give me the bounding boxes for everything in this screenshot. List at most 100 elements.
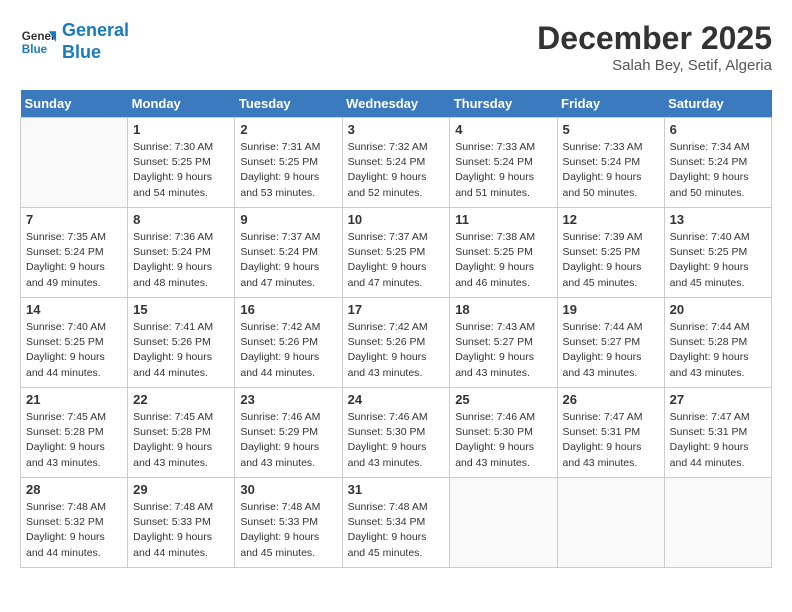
day-info: Sunrise: 7:48 AM Sunset: 5:33 PM Dayligh… (240, 500, 336, 561)
day-number: 27 (670, 392, 766, 407)
calendar-cell: 20Sunrise: 7:44 AM Sunset: 5:28 PM Dayli… (664, 298, 771, 388)
calendar-cell: 6Sunrise: 7:34 AM Sunset: 5:24 PM Daylig… (664, 118, 771, 208)
calendar-cell: 10 Sunrise: 7:37 AM Sunset: 5:25 PM Dayli… (342, 208, 450, 298)
calendar-cell: 7 Sunrise: 7:35 AM Sunset: 5:24 PM Daylig… (21, 208, 128, 298)
calendar-table: SundayMondayTuesdayWednesdayThursdayFrid… (20, 90, 772, 568)
day-number: 12 (563, 212, 659, 227)
day-number: 4 (455, 122, 551, 137)
day-number: 30 (240, 482, 336, 497)
day-number: 14 (26, 302, 122, 317)
day-info: Sunrise: 7:45 AM Sunset: 5:28 PM Dayligh… (26, 410, 122, 471)
day-number: 10 (348, 212, 445, 227)
calendar-cell: 18 Sunrise: 7:43 AM Sunset: 5:27 PM Dayli… (450, 298, 557, 388)
calendar-cell: 31Sunrise: 7:48 AM Sunset: 5:34 PM Dayli… (342, 478, 450, 568)
day-info: Sunrise: 7:40 AM Sunset: 5:25 PM Dayligh… (670, 230, 766, 291)
calendar-week-row: 7 Sunrise: 7:35 AM Sunset: 5:24 PM Daylig… (21, 208, 772, 298)
calendar-week-row: 28 Sunrise: 7:48 AM Sunset: 5:32 PM Dayli… (21, 478, 772, 568)
calendar-cell: 24Sunrise: 7:46 AM Sunset: 5:30 PM Dayli… (342, 388, 450, 478)
day-number: 26 (563, 392, 659, 407)
day-info: Sunrise: 7:48 AM Sunset: 5:32 PM Dayligh… (26, 500, 122, 561)
calendar-cell: 5Sunrise: 7:33 AM Sunset: 5:24 PM Daylig… (557, 118, 664, 208)
calendar-cell: 25 Sunrise: 7:46 AM Sunset: 5:30 PM Dayli… (450, 388, 557, 478)
day-info: Sunrise: 7:43 AM Sunset: 5:27 PM Dayligh… (455, 320, 551, 381)
day-number: 11 (455, 212, 551, 227)
day-number: 9 (240, 212, 336, 227)
day-info: Sunrise: 7:39 AM Sunset: 5:25 PM Dayligh… (563, 230, 659, 291)
calendar-cell: 1 Sunrise: 7:30 AM Sunset: 5:25 PM Daylig… (128, 118, 235, 208)
column-header-tuesday: Tuesday (235, 90, 342, 118)
day-info: Sunrise: 7:32 AM Sunset: 5:24 PM Dayligh… (348, 140, 445, 201)
day-info: Sunrise: 7:46 AM Sunset: 5:30 PM Dayligh… (348, 410, 445, 471)
column-header-thursday: Thursday (450, 90, 557, 118)
column-header-monday: Monday (128, 90, 235, 118)
logo-icon: General Blue (20, 24, 56, 60)
calendar-cell: 15 Sunrise: 7:41 AM Sunset: 5:26 PM Dayli… (128, 298, 235, 388)
day-info: Sunrise: 7:38 AM Sunset: 5:25 PM Dayligh… (455, 230, 551, 291)
day-info: Sunrise: 7:47 AM Sunset: 5:31 PM Dayligh… (670, 410, 766, 471)
day-number: 25 (455, 392, 551, 407)
calendar-cell: 8Sunrise: 7:36 AM Sunset: 5:24 PM Daylig… (128, 208, 235, 298)
day-number: 18 (455, 302, 551, 317)
day-number: 20 (670, 302, 766, 317)
calendar-cell: 27 Sunrise: 7:47 AM Sunset: 5:31 PM Dayli… (664, 388, 771, 478)
day-number: 17 (348, 302, 445, 317)
day-number: 13 (670, 212, 766, 227)
day-info: Sunrise: 7:35 AM Sunset: 5:24 PM Dayligh… (26, 230, 122, 291)
day-number: 5 (563, 122, 659, 137)
logo: General Blue General Blue (20, 20, 129, 63)
calendar-cell: 2 Sunrise: 7:31 AM Sunset: 5:25 PM Daylig… (235, 118, 342, 208)
calendar-cell: 11 Sunrise: 7:38 AM Sunset: 5:25 PM Dayli… (450, 208, 557, 298)
day-info: Sunrise: 7:33 AM Sunset: 5:24 PM Dayligh… (455, 140, 551, 201)
day-number: 23 (240, 392, 336, 407)
day-info: Sunrise: 7:41 AM Sunset: 5:26 PM Dayligh… (133, 320, 229, 381)
calendar-week-row: 21 Sunrise: 7:45 AM Sunset: 5:28 PM Dayli… (21, 388, 772, 478)
day-number: 19 (563, 302, 659, 317)
day-number: 16 (240, 302, 336, 317)
calendar-cell: 28 Sunrise: 7:48 AM Sunset: 5:32 PM Dayli… (21, 478, 128, 568)
calendar-cell: 23Sunrise: 7:46 AM Sunset: 5:29 PM Dayli… (235, 388, 342, 478)
location: Salah Bey, Setif, Algeria (537, 57, 772, 74)
day-info: Sunrise: 7:48 AM Sunset: 5:33 PM Dayligh… (133, 500, 229, 561)
day-number: 28 (26, 482, 122, 497)
calendar-cell: 30 Sunrise: 7:48 AM Sunset: 5:33 PM Dayli… (235, 478, 342, 568)
calendar-cell: 3Sunrise: 7:32 AM Sunset: 5:24 PM Daylig… (342, 118, 450, 208)
calendar-cell (450, 478, 557, 568)
day-info: Sunrise: 7:40 AM Sunset: 5:25 PM Dayligh… (26, 320, 122, 381)
calendar-cell (557, 478, 664, 568)
calendar-cell: 13 Sunrise: 7:40 AM Sunset: 5:25 PM Dayli… (664, 208, 771, 298)
day-number: 29 (133, 482, 229, 497)
calendar-cell: 21 Sunrise: 7:45 AM Sunset: 5:28 PM Dayli… (21, 388, 128, 478)
calendar-cell: 14 Sunrise: 7:40 AM Sunset: 5:25 PM Dayli… (21, 298, 128, 388)
day-info: Sunrise: 7:47 AM Sunset: 5:31 PM Dayligh… (563, 410, 659, 471)
column-header-sunday: Sunday (21, 90, 128, 118)
day-info: Sunrise: 7:48 AM Sunset: 5:34 PM Dayligh… (348, 500, 445, 561)
day-info: Sunrise: 7:44 AM Sunset: 5:27 PM Dayligh… (563, 320, 659, 381)
column-header-saturday: Saturday (664, 90, 771, 118)
calendar-cell: 22 Sunrise: 7:45 AM Sunset: 5:28 PM Dayli… (128, 388, 235, 478)
day-info: Sunrise: 7:42 AM Sunset: 5:26 PM Dayligh… (240, 320, 336, 381)
column-header-wednesday: Wednesday (342, 90, 450, 118)
day-number: 22 (133, 392, 229, 407)
calendar-cell: 16 Sunrise: 7:42 AM Sunset: 5:26 PM Dayli… (235, 298, 342, 388)
day-info: Sunrise: 7:30 AM Sunset: 5:25 PM Dayligh… (133, 140, 229, 201)
calendar-cell: 12 Sunrise: 7:39 AM Sunset: 5:25 PM Dayli… (557, 208, 664, 298)
day-number: 8 (133, 212, 229, 227)
day-number: 21 (26, 392, 122, 407)
svg-text:Blue: Blue (22, 42, 48, 55)
calendar-cell: 29 Sunrise: 7:48 AM Sunset: 5:33 PM Dayli… (128, 478, 235, 568)
day-number: 7 (26, 212, 122, 227)
page-header: General Blue General Blue December 2025 … (20, 20, 772, 74)
day-info: Sunrise: 7:46 AM Sunset: 5:30 PM Dayligh… (455, 410, 551, 471)
calendar-cell (664, 478, 771, 568)
calendar-cell: 4 Sunrise: 7:33 AM Sunset: 5:24 PM Daylig… (450, 118, 557, 208)
day-info: Sunrise: 7:45 AM Sunset: 5:28 PM Dayligh… (133, 410, 229, 471)
month-title: December 2025 (537, 20, 772, 57)
calendar-cell (21, 118, 128, 208)
day-info: Sunrise: 7:37 AM Sunset: 5:25 PM Dayligh… (348, 230, 445, 291)
day-number: 1 (133, 122, 229, 137)
day-number: 15 (133, 302, 229, 317)
column-header-friday: Friday (557, 90, 664, 118)
day-info: Sunrise: 7:31 AM Sunset: 5:25 PM Dayligh… (240, 140, 336, 201)
day-number: 2 (240, 122, 336, 137)
calendar-cell: 17Sunrise: 7:42 AM Sunset: 5:26 PM Dayli… (342, 298, 450, 388)
